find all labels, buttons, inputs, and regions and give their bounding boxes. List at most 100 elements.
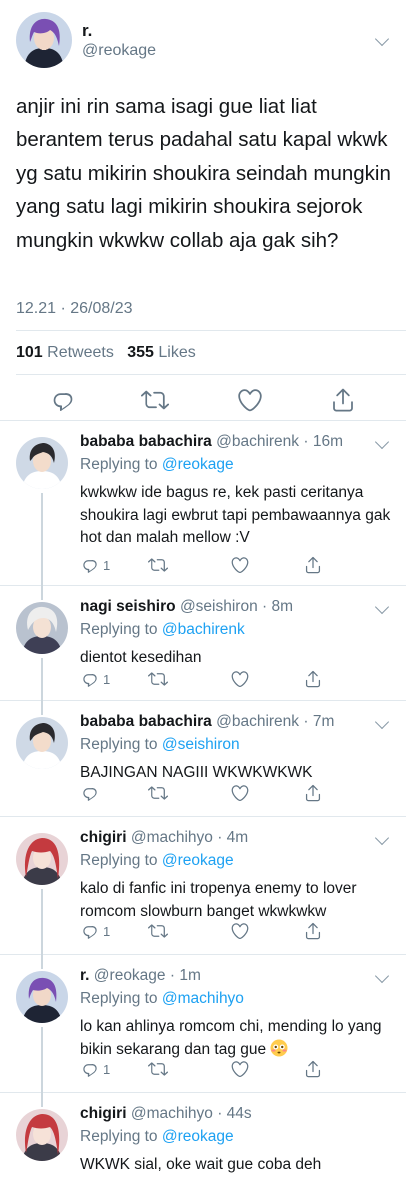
retweet-button[interactable] — [148, 782, 168, 804]
replying-to-link[interactable]: @seishiron — [162, 736, 240, 753]
avatar[interactable] — [16, 833, 68, 885]
reply-tweet[interactable]: r. @reokage · 1m Replying to @machihyo l… — [0, 955, 406, 1093]
share-button[interactable] — [303, 668, 323, 690]
retweet-button[interactable] — [148, 920, 168, 942]
chevron-down-icon[interactable] — [374, 830, 390, 846]
reply-button[interactable]: 1 — [80, 920, 110, 942]
likes-label[interactable]: Likes — [158, 344, 195, 361]
main-tweet: r. @reokage anjir ini rin sama isagi gue… — [0, 0, 406, 421]
like-icon — [230, 555, 250, 575]
reply-tweet[interactable]: chigiri @machihyo · 4m Replying to @reok… — [0, 817, 406, 955]
chevron-down-icon[interactable] — [374, 31, 390, 47]
share-button[interactable] — [303, 920, 323, 942]
like-icon — [230, 669, 250, 689]
share-icon — [303, 1059, 323, 1079]
reply-icon — [80, 1059, 100, 1079]
share-icon — [303, 555, 323, 575]
avatar[interactable] — [16, 1109, 68, 1161]
share-button[interactable] — [303, 1058, 323, 1080]
reply-actions: 1 — [80, 554, 400, 576]
replying-to-link[interactable]: @bachirenk — [162, 621, 245, 638]
reply-text: WKWK sial, oke wait gue coba deh — [80, 1156, 322, 1173]
share-button[interactable] — [303, 782, 323, 804]
reply-actions: 1 — [80, 1058, 400, 1080]
replying-to-label: Replying to — [80, 736, 158, 753]
share-icon — [303, 669, 323, 689]
reply-actions — [80, 782, 400, 804]
reply-tweet[interactable]: bababa babachira @bachirenk · 7m Replyin… — [0, 701, 406, 817]
retweets-label[interactable]: Retweets — [47, 344, 114, 361]
reply-icon — [80, 783, 100, 803]
author-name[interactable]: chigiri — [80, 829, 127, 846]
reply-text: lo kan ahlinya romcom chi, mending lo ya… — [80, 1018, 382, 1058]
author-name[interactable]: r. — [82, 21, 92, 41]
author-name[interactable]: bababa babachira — [80, 433, 212, 450]
avatar[interactable] — [16, 971, 68, 1023]
reply-tweet[interactable]: nagi seishiro @seishiron · 8m Replying t… — [0, 586, 406, 701]
like-icon — [230, 921, 250, 941]
like-icon[interactable] — [236, 386, 264, 414]
reply-text: kalo di fanfic ini tropenya enemy to lov… — [80, 880, 357, 920]
chevron-down-icon[interactable] — [374, 714, 390, 730]
avatar[interactable] — [16, 12, 72, 68]
likes-count[interactable]: 355 — [127, 344, 154, 361]
reply-tweet[interactable]: chigiri @machihyo · 44s Replying to @reo… — [0, 1093, 406, 1200]
author-handle[interactable]: @reokage — [82, 42, 156, 60]
reply-count: 1 — [103, 923, 111, 939]
thread-line — [41, 658, 43, 701]
author-name[interactable]: bababa babachira — [80, 713, 212, 730]
retweet-icon[interactable] — [141, 386, 169, 414]
replying-to-label: Replying to — [80, 621, 158, 638]
share-button[interactable] — [303, 554, 323, 576]
avatar[interactable] — [16, 602, 68, 654]
avatar[interactable] — [16, 717, 68, 769]
reply-button[interactable]: 1 — [80, 554, 110, 576]
replying-to-label: Replying to — [80, 1128, 158, 1145]
replying-to-link[interactable]: @reokage — [162, 456, 234, 473]
author-name[interactable]: chigiri — [80, 1105, 127, 1122]
author-handle-time[interactable]: @bachirenk · 7m — [216, 713, 334, 730]
reply-count: 1 — [103, 557, 111, 573]
tweet-timestamp[interactable]: 12.21 · 26/08/23 — [16, 300, 133, 318]
retweets-count[interactable]: 101 — [16, 344, 43, 361]
like-button[interactable] — [230, 554, 250, 576]
retweet-button[interactable] — [148, 554, 168, 576]
author-handle-time[interactable]: @machihyo · 4m — [131, 829, 248, 846]
thread-line — [41, 586, 43, 600]
reply-count: 1 — [103, 671, 111, 687]
replying-to-link[interactable]: @reokage — [162, 1128, 234, 1145]
reply-count: 1 — [103, 1061, 111, 1077]
replying-to-link[interactable]: @machihyo — [162, 990, 244, 1007]
reply-button[interactable]: 1 — [80, 1058, 110, 1080]
divider — [16, 330, 406, 331]
reply-icon — [80, 921, 100, 941]
chevron-down-icon[interactable] — [374, 599, 390, 615]
author-handle-time[interactable]: @bachirenk · 16m — [216, 433, 343, 450]
author-name[interactable]: nagi seishiro — [80, 598, 176, 615]
retweet-button[interactable] — [148, 1058, 168, 1080]
author-handle-time[interactable]: @machihyo · 44s — [131, 1105, 252, 1122]
reply-tweet[interactable]: bababa babachira @bachirenk · 16m Replyi… — [0, 421, 406, 586]
author-name[interactable]: r. — [80, 967, 89, 984]
share-icon — [303, 783, 323, 803]
tweet-stats: 101 Retweets 355 Likes — [16, 344, 196, 362]
flushed-face-emoji — [270, 1039, 288, 1056]
like-button[interactable] — [230, 920, 250, 942]
author-handle-time[interactable]: @seishiron · 8m — [180, 598, 293, 615]
author-handle-time[interactable]: @reokage · 1m — [94, 967, 201, 984]
retweet-icon — [148, 555, 168, 575]
share-icon[interactable] — [329, 386, 357, 414]
chevron-down-icon[interactable] — [374, 434, 390, 450]
like-button[interactable] — [230, 668, 250, 690]
chevron-down-icon[interactable] — [374, 968, 390, 984]
thread-line — [41, 493, 43, 586]
reply-button[interactable] — [80, 782, 103, 804]
retweet-button[interactable] — [148, 668, 168, 690]
avatar[interactable] — [16, 437, 68, 489]
reply-icon[interactable] — [49, 386, 77, 414]
like-button[interactable] — [230, 782, 250, 804]
replying-to-link[interactable]: @reokage — [162, 852, 234, 869]
thread-line — [41, 1027, 43, 1093]
reply-button[interactable]: 1 — [80, 668, 110, 690]
like-button[interactable] — [230, 1058, 250, 1080]
